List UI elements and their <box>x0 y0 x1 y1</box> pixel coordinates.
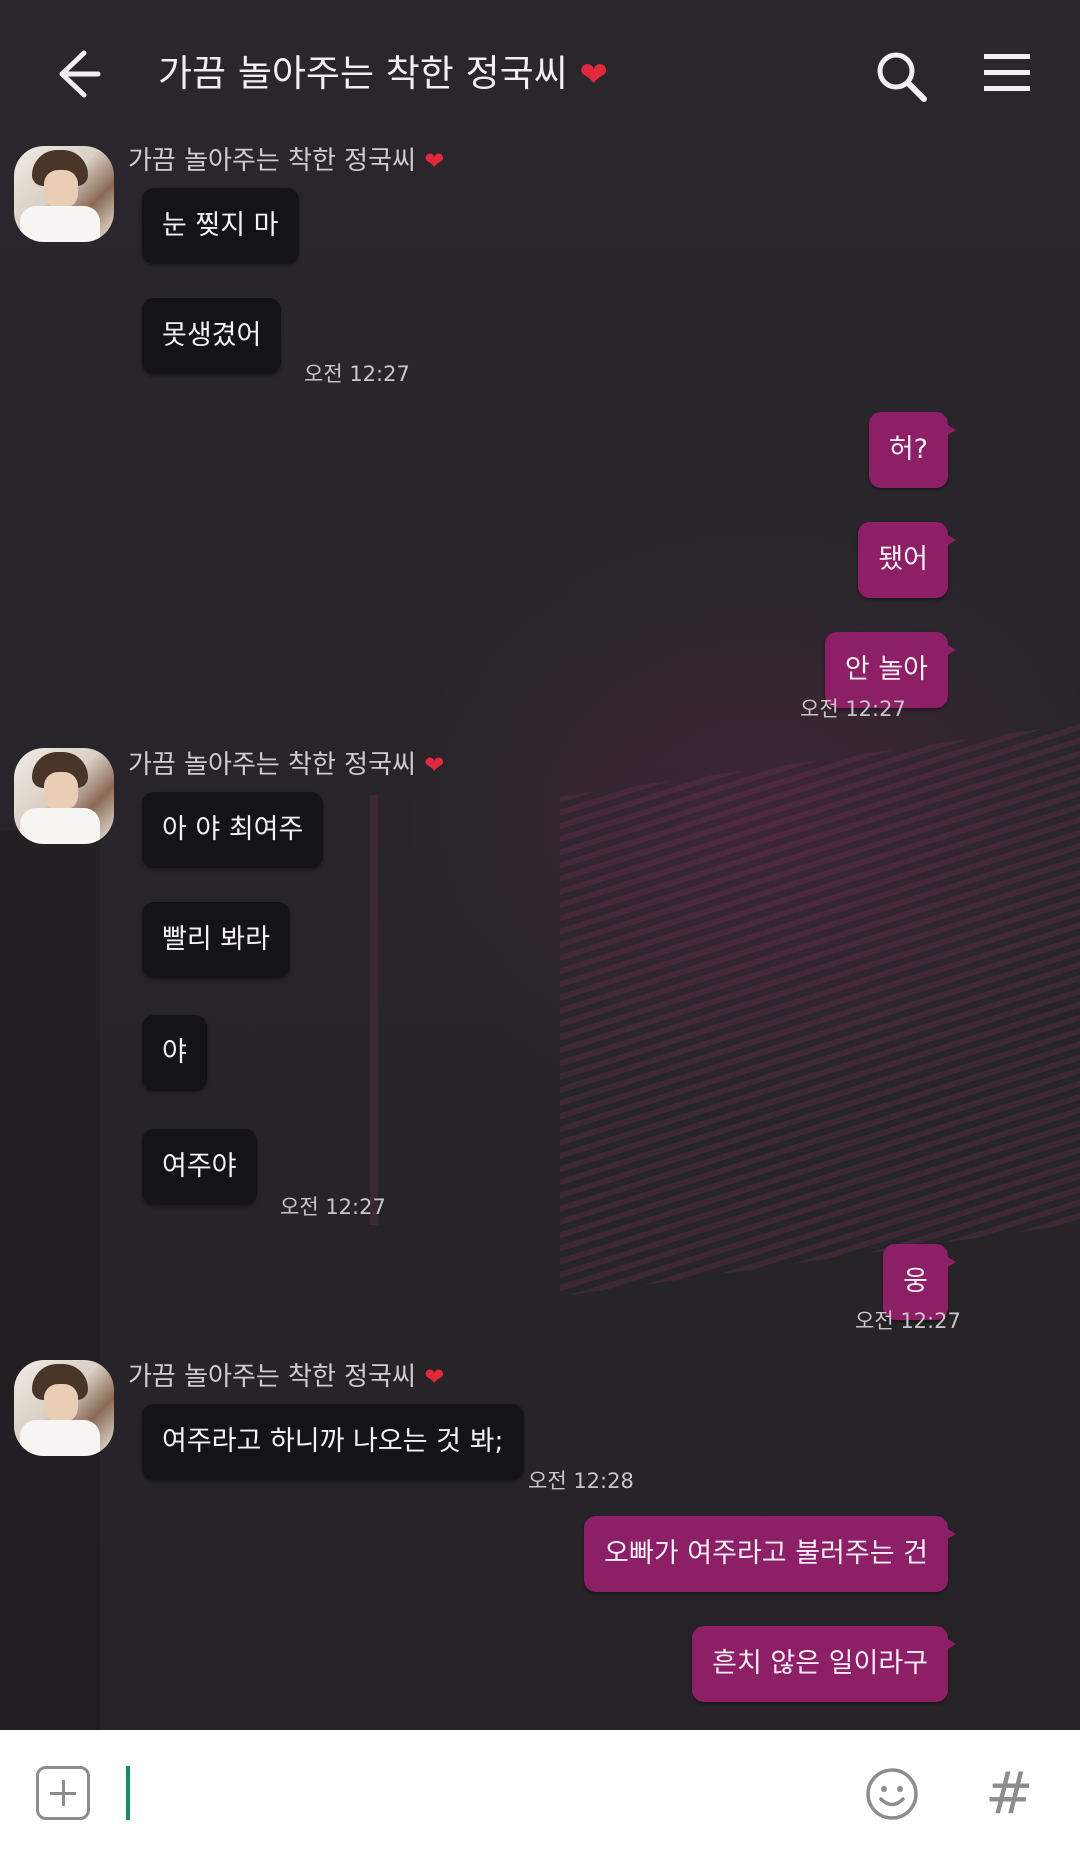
background-window-blinds <box>560 723 1080 1297</box>
message-time: 오전 12:27 <box>280 1195 386 1219</box>
sender-name: 가끔 놀아주는 착한 정국씨 ❤ <box>128 146 445 176</box>
message-bubble-incoming[interactable]: 못생겼어 <box>142 298 282 374</box>
message-input[interactable] <box>122 1758 826 1824</box>
message-bubble-incoming[interactable]: 빨리 봐라 <box>142 902 290 978</box>
heart-icon: ❤ <box>424 751 445 779</box>
hashtag-button[interactable]: # <box>985 1758 1034 1828</box>
sender-name: 가끔 놀아주는 착한 정국씨 ❤ <box>128 750 445 780</box>
background-shadow <box>0 830 100 1730</box>
message-bubble-incoming[interactable]: 눈 찢지 마 <box>142 188 299 264</box>
avatar[interactable] <box>14 748 114 844</box>
message-bubble-outgoing[interactable]: 오빠가 여주라고 불러주는 건 <box>584 1516 956 1592</box>
sender-name: 가끔 놀아주는 착한 정국씨 ❤ <box>128 1362 445 1392</box>
avatar[interactable] <box>14 1360 114 1456</box>
message-bubble-outgoing[interactable]: 허? <box>868 412 957 488</box>
message-bubble-incoming[interactable]: 아 야 최여주 <box>142 792 324 868</box>
message-input-bar: # <box>0 1730 1080 1857</box>
message-time: 오전 12:27 <box>304 362 410 386</box>
emoji-icon <box>866 1768 918 1820</box>
search-icon <box>877 52 927 102</box>
chat-title-text: 가끔 놀아주는 착한 정국씨 <box>158 52 568 95</box>
heart-icon: ❤ <box>579 55 609 95</box>
message-bubble-outgoing[interactable]: 됐어 <box>858 522 956 598</box>
menu-button[interactable] <box>982 50 1032 96</box>
attach-button[interactable] <box>36 1766 90 1820</box>
heart-icon: ❤ <box>424 1363 445 1391</box>
message-time: 오전 12:27 <box>855 1309 961 1333</box>
avatar[interactable] <box>14 146 114 242</box>
message-bubble-incoming[interactable]: 야 <box>142 1015 207 1091</box>
search-button[interactable] <box>872 47 930 105</box>
message-time: 오전 12:27 <box>800 697 906 721</box>
background-post <box>370 795 378 1225</box>
heart-icon: ❤ <box>424 147 445 175</box>
text-cursor <box>126 1766 130 1820</box>
arrow-left-icon <box>59 50 101 98</box>
hamburger-icon <box>984 54 1030 91</box>
chat-title: 가끔 놀아주는 착한 정국씨 ❤ <box>158 46 608 103</box>
hashtag-icon: # <box>985 1759 1034 1827</box>
back-button[interactable] <box>48 45 106 103</box>
message-bubble-outgoing[interactable]: 흔치 않은 일이라구 <box>692 1626 956 1702</box>
message-bubble-incoming[interactable]: 여주야 <box>142 1129 257 1205</box>
message-time: 오전 12:28 <box>528 1469 634 1493</box>
chat-header: 가끔 놀아주는 착한 정국씨 ❤ <box>0 0 1080 150</box>
message-bubble-incoming[interactable]: 여주라고 하니까 나오는 것 봐; <box>142 1404 524 1480</box>
emoji-button[interactable] <box>864 1766 920 1822</box>
